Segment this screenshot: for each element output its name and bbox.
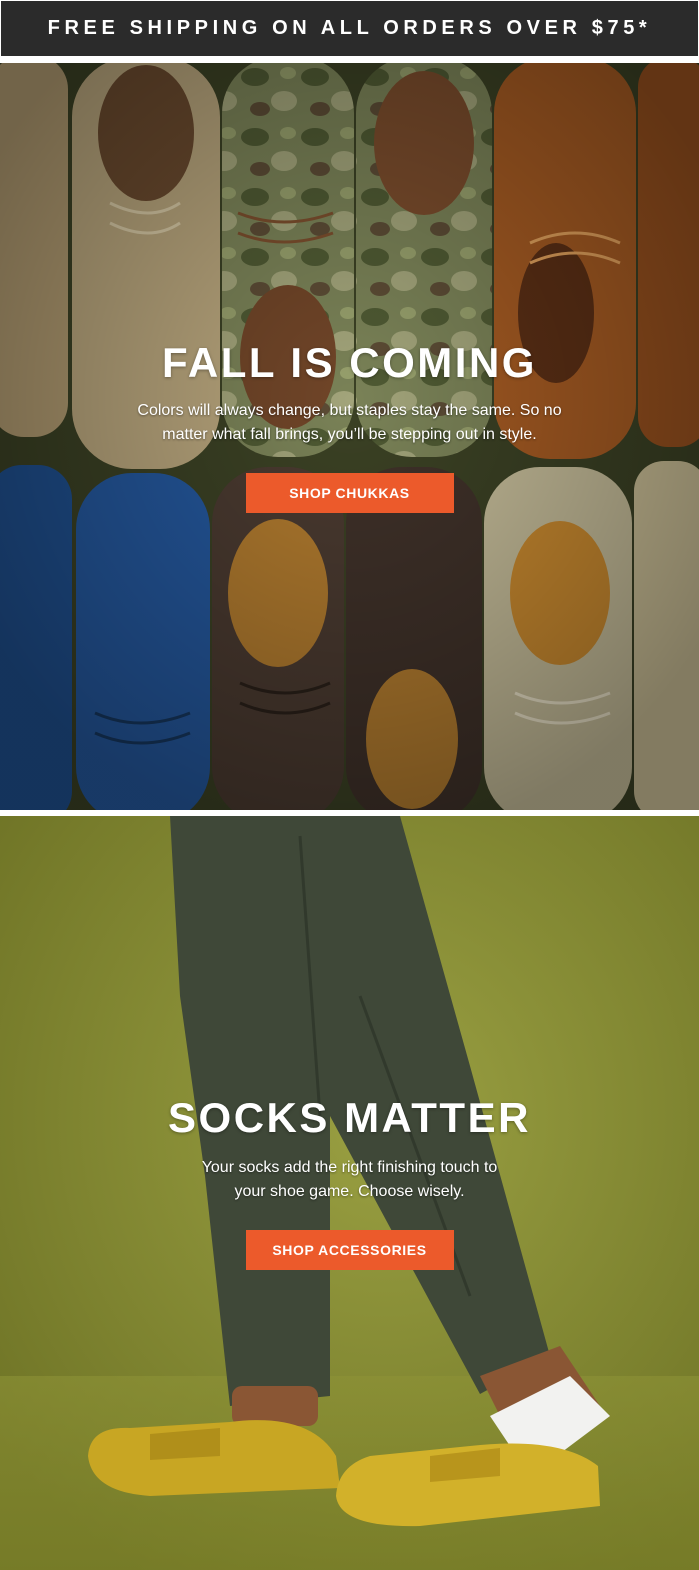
shop-chukkas-button[interactable]: SHOP CHUKKAS: [245, 473, 454, 513]
hero1-copy: FALL IS COMING Colors will always change…: [0, 339, 699, 513]
hero-fall-is-coming[interactable]: FALL IS COMING Colors will always change…: [0, 63, 699, 810]
free-shipping-banner: FREE SHIPPING ON ALL ORDERS OVER $75*: [1, 1, 698, 56]
banner-text: FREE SHIPPING ON ALL ORDERS OVER $75*: [47, 17, 652, 39]
shop-accessories-button[interactable]: SHOP ACCESSORIES: [245, 1230, 454, 1270]
hero2-line-2: your shoe game. Choose wisely.: [234, 1183, 465, 1200]
hero1-line-1: Colors will always change, but staples s…: [137, 402, 562, 419]
hero1-heading: FALL IS COMING: [162, 339, 537, 386]
hero2-line-1: Your socks add the right finishing touch…: [201, 1159, 498, 1176]
hero2-copy: SOCKS MATTER Your socks add the right fi…: [0, 1094, 699, 1270]
hero-socks-matter[interactable]: SOCKS MATTER Your socks add the right fi…: [0, 816, 699, 1570]
hero2-heading: SOCKS MATTER: [168, 1094, 531, 1141]
hero1-line-2: matter what fall brings, you’ll be stepp…: [162, 426, 537, 443]
